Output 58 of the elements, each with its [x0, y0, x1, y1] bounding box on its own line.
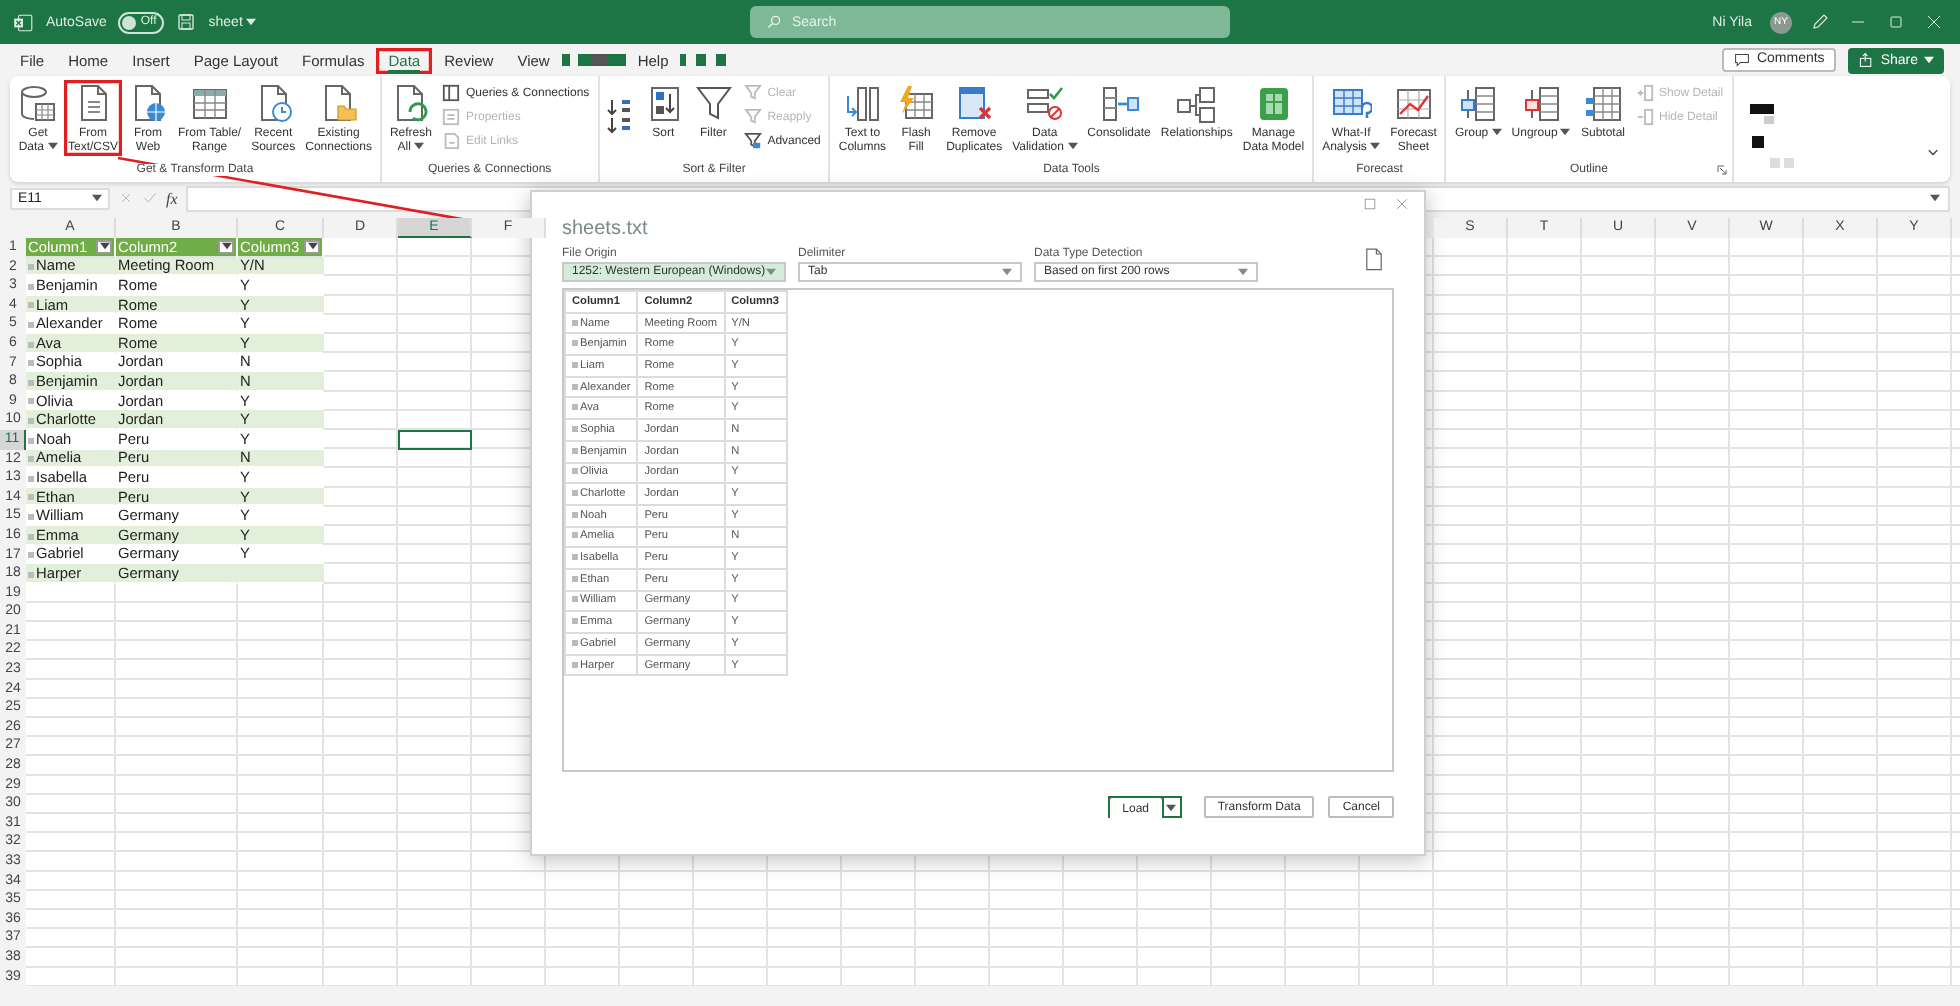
filter-icon [693, 84, 734, 124]
table-icon [189, 84, 230, 124]
dropdown-arrow-button[interactable] [1161, 798, 1180, 816]
filter-table-icon [743, 132, 762, 150]
insert-function-button[interactable]: fx [166, 189, 178, 207]
caret-icon [246, 17, 257, 25]
comment-icon [1734, 51, 1751, 67]
caret-icon [1238, 268, 1248, 276]
cell-cursor[interactable] [398, 429, 472, 450]
relationships-icon [1176, 84, 1217, 124]
dialog-title: sheets.txt [562, 218, 650, 240]
caret-icon [99, 242, 109, 251]
caret-icon [307, 242, 317, 251]
caret-icon [1166, 803, 1177, 811]
close-icon [1394, 196, 1410, 212]
cancel-icon [118, 190, 134, 206]
spreadsheet-app-icon [12, 11, 34, 33]
caret-icon [1002, 268, 1012, 276]
database-icon [18, 84, 58, 124]
lightning-table-icon [896, 84, 937, 124]
expand-rows-icon [1635, 84, 1654, 102]
group-icon [1458, 84, 1499, 124]
redaction-mark [680, 50, 729, 70]
maximize-icon [1362, 196, 1378, 212]
validation-icon [1024, 84, 1065, 124]
collapse-rows-icon [1635, 108, 1654, 126]
share-icon [1858, 52, 1875, 68]
caret-icon [92, 194, 102, 202]
panel-icon [441, 84, 460, 102]
caret-icon [1930, 194, 1940, 202]
split-columns-icon [842, 84, 883, 124]
filter-button[interactable] [304, 239, 320, 254]
enter-icon [142, 190, 158, 206]
table-question-icon [1331, 84, 1372, 124]
dialog-launcher-icon [1715, 164, 1728, 176]
document-refresh-icon [1362, 248, 1386, 272]
document-link-icon [441, 132, 460, 150]
caret-icon [766, 268, 776, 276]
filter-refresh-icon [743, 108, 762, 126]
save-icon [176, 12, 197, 32]
filter-clear-icon [743, 84, 762, 102]
caret-icon [221, 242, 231, 251]
search-icon [766, 14, 782, 30]
subtotal-icon [1583, 84, 1623, 124]
filter-button[interactable] [218, 239, 234, 254]
close-icon [1924, 12, 1944, 32]
table-cross-icon [954, 84, 995, 124]
pen-icon [1810, 12, 1830, 32]
chart-icon [1393, 84, 1434, 124]
artifact-drawing [1749, 104, 1794, 168]
filter-button[interactable] [96, 239, 112, 254]
consolidate-icon [1099, 84, 1140, 124]
caret-icon [1924, 56, 1934, 64]
redaction-mark [561, 50, 626, 70]
ungroup-icon [1521, 84, 1562, 124]
collapse-ribbon-icon [1926, 146, 1940, 160]
list-icon [441, 108, 460, 126]
restore-icon [1886, 12, 1906, 32]
